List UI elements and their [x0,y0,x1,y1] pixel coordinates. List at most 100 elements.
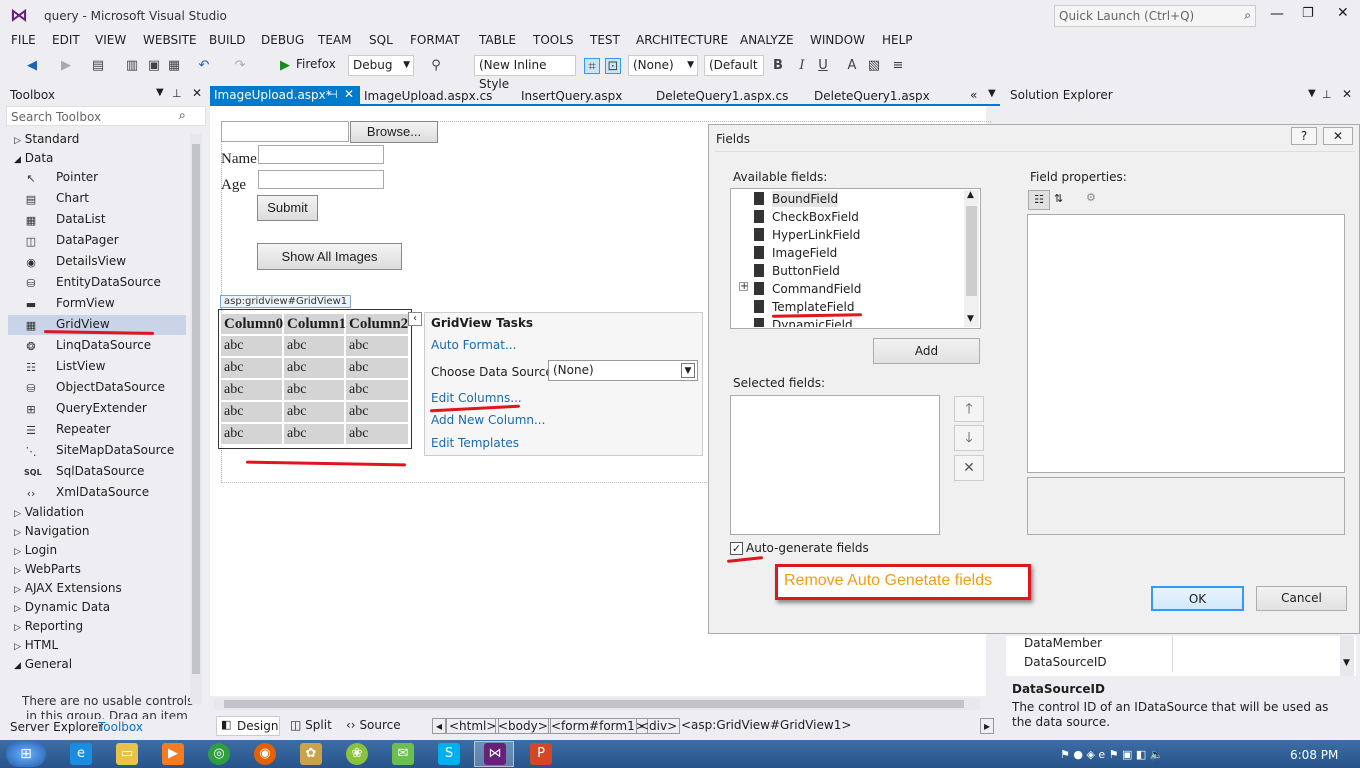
toolbox-item-pointer[interactable]: ↖ Pointer [24,168,186,188]
toolbox-item-xmldatasource[interactable]: ‹› XmlDataSource [24,483,186,503]
age-field[interactable] [258,170,384,189]
chevron-down-icon[interactable]: ▼ [988,88,996,99]
source-view-tab[interactable]: ‹› Source [346,718,401,732]
explorer-icon[interactable]: ▭ [116,743,138,765]
file-upload-field[interactable] [221,121,349,142]
menu-format[interactable]: FORMAT [410,33,460,47]
pin-icon[interactable]: ⊥ [172,87,182,100]
breadcrumb-item[interactable]: <html> [446,718,500,734]
dynamicfield-row[interactable]: DynamicField [754,317,874,327]
auto-generate-checkbox[interactable]: ✓ [730,542,743,555]
scroll-thumb[interactable] [966,206,977,296]
toolbox-item-listview[interactable]: ☷ ListView [24,357,186,377]
toolbox-group-general[interactable]: ◢ General [14,655,72,675]
tray-icons[interactable]: ⚑ ● ◈ e ⚑ ▣ ◧ 🔈 [1060,748,1164,761]
minimize-button[interactable]: — [1270,6,1284,22]
edit-columns-link[interactable]: Edit Columns... [431,391,522,405]
move-up-button[interactable]: 🡑 [954,396,984,422]
close-button[interactable]: ✕ [1337,5,1349,21]
new-project-icon[interactable]: ▤ [90,58,106,74]
restore-button[interactable]: ❐ [1302,6,1314,21]
designer-hscroll[interactable] [214,698,980,710]
menu-table[interactable]: TABLE [479,33,516,47]
tab-server-explorer[interactable]: Server Explorer [10,720,103,734]
menu-tools[interactable]: TOOLS [533,33,574,47]
field-properties-grid[interactable] [1027,214,1345,473]
breadcrumb-item[interactable]: <div> [636,718,681,734]
toolbox-group-login[interactable]: ▷ Login [14,541,57,561]
underline-icon[interactable]: U [815,58,831,74]
show-borders-icon[interactable]: ⌗ [584,58,600,74]
style-dropdown[interactable]: (New Inline Style [474,55,576,91]
menu-test[interactable]: TEST [590,33,620,47]
start-debug-icon[interactable]: ▶ [277,58,293,74]
toolbox-item-entitydatasource[interactable]: ⛁ EntityDataSource [24,273,186,293]
field-hyperlinkfield[interactable]: HyperLinkField [772,227,860,243]
toolbox-group-webparts[interactable]: ▷ WebParts [14,560,81,580]
toolbox-item-datalist[interactable]: ▦ DataList [24,210,186,230]
start-button[interactable]: ⊞ [6,741,46,767]
field-buttonfield[interactable]: ButtonField [772,263,840,279]
italic-icon[interactable]: I [794,58,810,74]
target-rule-dropdown[interactable]: (None) ▼ [628,55,698,76]
menu-sql[interactable]: SQL [369,33,393,47]
scroll-thumb[interactable] [224,700,964,708]
design-view-tab[interactable]: ◧ Design [216,716,280,736]
toolbox-search-input[interactable]: Search Toolbox ⌕ [6,106,206,126]
menu-build[interactable]: BUILD [209,33,245,47]
pin-icon[interactable]: ⊥ [1322,88,1332,101]
submit-button[interactable]: Submit [257,195,318,221]
app-icon[interactable]: ✿ [300,743,322,765]
dialog-close-button[interactable]: ✕ [1323,127,1353,145]
field-commandfield[interactable]: CommandField [772,281,861,297]
menu-view[interactable]: VIEW [95,33,126,47]
auto-format-link[interactable]: Auto Format... [431,338,516,352]
breadcrumb-item[interactable]: <form#form1> [548,718,648,734]
close-panel-icon[interactable]: ✕ [192,86,202,100]
undo-icon[interactable]: ↶ [196,58,212,74]
paint-icon[interactable]: ❀ [346,743,368,765]
field-checkboxfield[interactable]: CheckBoxField [772,209,859,225]
selected-fields-list[interactable] [730,395,940,535]
toolbox-item-formview[interactable]: ▬ FormView [24,294,186,314]
toolbox-group-standard[interactable]: ▷ Standard [14,130,79,150]
menu-file[interactable]: FILE [11,33,36,47]
breadcrumb-prev-icon[interactable]: ◂ [432,718,447,734]
add-column-link[interactable]: Add New Column... [431,413,545,427]
alphabetical-icon[interactable]: ⇅ [1054,192,1063,205]
breadcrumb-next-icon[interactable]: ▸ [980,718,995,734]
edit-templates-link[interactable]: Edit Templates [431,436,519,450]
menu-team[interactable]: TEAM [318,33,351,47]
menu-help[interactable]: HELP [882,33,913,47]
categorized-icon[interactable]: ☷ [1028,190,1050,210]
visual-aids-icon[interactable]: ⊡ [605,58,621,74]
toolbox-item-queryextender[interactable]: ⊞ QueryExtender [24,399,186,419]
config-dropdown[interactable]: Debug ▼ [348,55,414,76]
firefox-icon[interactable]: ◉ [254,743,276,765]
visual-studio-icon[interactable]: ⋈ [484,743,506,765]
breadcrumb-item[interactable]: <body> [495,718,551,734]
redo-icon[interactable]: ↷ [232,58,248,74]
close-panel-icon[interactable]: ✕ [1342,87,1352,101]
powerpoint-icon[interactable]: P [530,743,552,765]
expand-icon[interactable]: + [739,282,748,292]
skype-icon[interactable]: S [438,743,460,765]
chevron-up-icon[interactable]: ▲ [967,190,974,200]
property-pages-icon[interactable]: ⚙ [1086,191,1096,204]
quick-launch-input[interactable]: Quick Launch (Ctrl+Q) ⌕ [1054,5,1256,27]
toolbox-item-chart[interactable]: ▤ Chart [24,189,186,209]
dropdown-icon[interactable]: ▼ [156,87,164,98]
dropdown-icon[interactable]: ▼ [1308,88,1316,99]
browser-selector[interactable]: Firefox [296,57,336,71]
font-color-icon[interactable]: A [844,58,860,74]
toolbox-group-ajax[interactable]: ▷ AJAX Extensions [14,579,122,599]
close-tab-icon[interactable]: ✕ [344,87,354,101]
toolbox-item-datapager[interactable]: ◫ DataPager [24,231,186,251]
save-icon[interactable]: ▣ [146,58,162,74]
menu-window[interactable]: WINDOW [810,33,865,47]
menu-debug[interactable]: DEBUG [261,33,304,47]
tab-imageupload-aspx[interactable]: ImageUpload.aspx* ⊣ ✕ [210,86,360,106]
move-down-button[interactable]: 🡓 [954,425,984,451]
chevron-down-icon[interactable]: ▼ [967,314,974,324]
back-icon[interactable]: ◀ [24,58,40,74]
